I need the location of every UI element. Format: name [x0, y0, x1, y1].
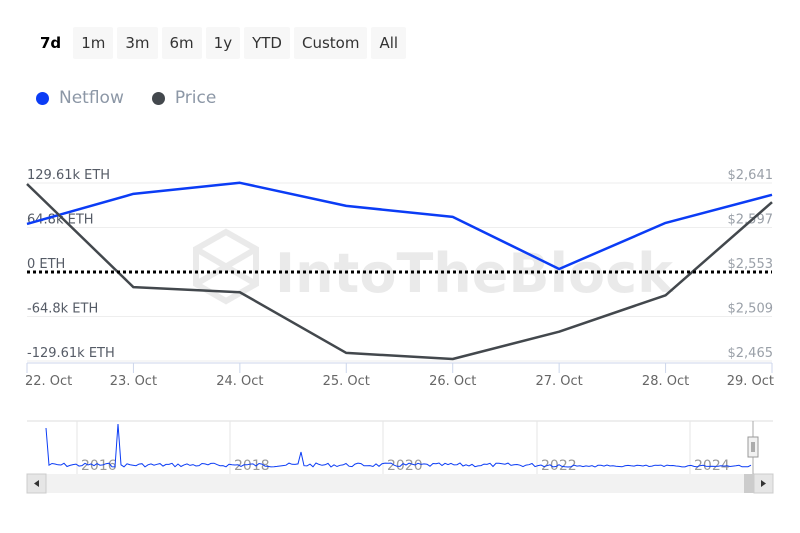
x-tick-label: 24. Oct [216, 374, 263, 389]
y-left-tick-label: 64.8k ETH [27, 213, 94, 228]
series-line-price [26, 183, 773, 361]
navigator-year-label: 2020 [387, 458, 423, 474]
scroll-right-button[interactable] [753, 473, 774, 494]
y-right-tick-label: $2,641 [728, 168, 774, 183]
x-tick-label: 26. Oct [429, 374, 476, 389]
arrow-right-icon [761, 480, 766, 487]
x-tick-label: 22. Oct [25, 374, 72, 389]
range-selector: 7d 1m 3m 6m 1y YTD Custom All [32, 27, 407, 59]
chart: IntoTheBlock 129.61k ETH 64.8k ETH 0 ETH -6… [25, 168, 774, 494]
legend-label: Price [174, 88, 217, 108]
navigator: 2016 2018 2020 2022 2024 [26, 420, 774, 494]
range-button-6m[interactable]: 6m [161, 27, 202, 59]
navigator-year-label: 2022 [541, 458, 577, 474]
range-button-custom[interactable]: Custom [293, 27, 368, 59]
legend-item-netflow[interactable]: Netflow [36, 88, 124, 108]
legend-item-price[interactable]: Price [151, 88, 217, 108]
scrollbar-thumb[interactable] [744, 474, 754, 493]
x-tick-label: 25. Oct [323, 374, 370, 389]
y-right-tick-label: $2,465 [728, 346, 774, 361]
grid-lines [27, 182, 772, 362]
y-left-tick-label: 129.61k ETH [27, 168, 110, 183]
range-button-ytd[interactable]: YTD [244, 27, 290, 59]
y-right-tick-label: $2,509 [728, 302, 774, 317]
navigator-year-label: 2016 [81, 458, 117, 474]
navigator-year-label: 2024 [694, 458, 730, 474]
legend-label: Netflow [59, 88, 124, 108]
watermark-text: IntoTheBlock [275, 242, 674, 305]
watermark-logo-icon [193, 228, 259, 305]
navigator-series-line [45, 423, 752, 468]
range-button-1y[interactable]: 1y [205, 27, 241, 59]
y-left-tick-label: 0 ETH [27, 257, 65, 272]
range-button-7d[interactable]: 7d [32, 27, 70, 59]
x-tick-label: 29. Oct [727, 374, 774, 389]
x-tick-label: 28. Oct [642, 374, 689, 389]
arrow-left-icon [34, 480, 39, 487]
scrollbar-track[interactable] [27, 474, 773, 493]
y-left-tick-label: -64.8k ETH [27, 301, 98, 316]
chart-legend: Netflow Price [36, 88, 216, 108]
x-tick-label: 23. Oct [110, 374, 157, 389]
y-right-tick-label: $2,597 [728, 213, 774, 228]
navigator-handle[interactable] [747, 436, 759, 458]
range-button-3m[interactable]: 3m [117, 27, 158, 59]
y-left-tick-label: -129.61k ETH [27, 346, 115, 361]
navigator-year-label: 2018 [234, 458, 270, 474]
scroll-left-button[interactable] [26, 473, 47, 494]
y-right-tick-label: $2,553 [728, 257, 774, 272]
legend-marker-icon [36, 91, 49, 105]
watermark: IntoTheBlock [193, 228, 674, 305]
range-button-all[interactable]: All [371, 27, 407, 59]
x-tick-label: 27. Oct [535, 374, 582, 389]
legend-marker-icon [151, 91, 165, 105]
range-button-1m[interactable]: 1m [73, 27, 114, 59]
series-line-netflow [26, 181, 773, 271]
